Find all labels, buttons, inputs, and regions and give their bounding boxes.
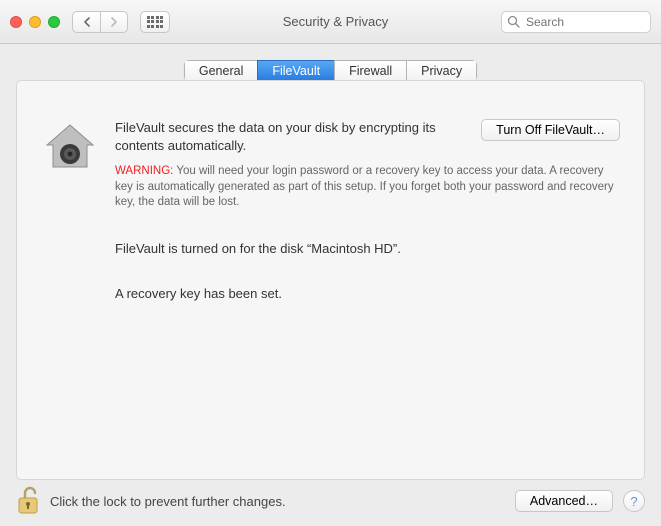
tab-panel: FileVault secures the data on your disk … (16, 80, 645, 480)
back-button[interactable] (72, 11, 100, 33)
warning-text: WARNING: You will need your login passwo… (115, 164, 620, 211)
content: General FileVault Firewall Privacy FileV… (0, 44, 661, 480)
forward-button[interactable] (100, 11, 128, 33)
help-button[interactable]: ? (623, 490, 645, 512)
lock-hint-text: Click the lock to prevent further change… (50, 494, 505, 509)
zoom-window-button[interactable] (48, 16, 60, 28)
tab-firewall[interactable]: Firewall (334, 60, 406, 81)
titlebar: Security & Privacy (0, 0, 661, 44)
lock-open-icon (16, 486, 40, 516)
tab-filevault[interactable]: FileVault (257, 60, 334, 81)
chevron-left-icon (83, 17, 91, 27)
footer: Click the lock to prevent further change… (0, 476, 661, 526)
minimize-window-button[interactable] (29, 16, 41, 28)
search-field-wrap (501, 11, 651, 33)
warning-body: You will need your login password or a r… (115, 165, 614, 208)
search-input[interactable] (501, 11, 651, 33)
nav-buttons (72, 11, 128, 33)
filevault-house-icon (41, 119, 99, 177)
turn-off-filevault-button[interactable]: Turn Off FileVault… (481, 119, 620, 141)
search-icon (507, 15, 520, 28)
tab-general[interactable]: General (184, 60, 257, 81)
recovery-status: A recovery key has been set. (115, 286, 620, 301)
chevron-right-icon (110, 17, 118, 27)
filevault-status: FileVault is turned on for the disk “Mac… (115, 241, 620, 256)
show-all-button[interactable] (140, 11, 170, 33)
tab-bar: General FileVault Firewall Privacy (16, 60, 645, 81)
warning-label: WARNING: (115, 165, 173, 177)
lock-button[interactable] (16, 486, 40, 516)
close-window-button[interactable] (10, 16, 22, 28)
grid-icon (147, 16, 164, 28)
window-title: Security & Privacy (178, 14, 493, 29)
window-controls (10, 16, 60, 28)
advanced-button[interactable]: Advanced… (515, 490, 613, 512)
filevault-description: FileVault secures the data on your disk … (115, 119, 465, 154)
tab-privacy[interactable]: Privacy (406, 60, 477, 81)
